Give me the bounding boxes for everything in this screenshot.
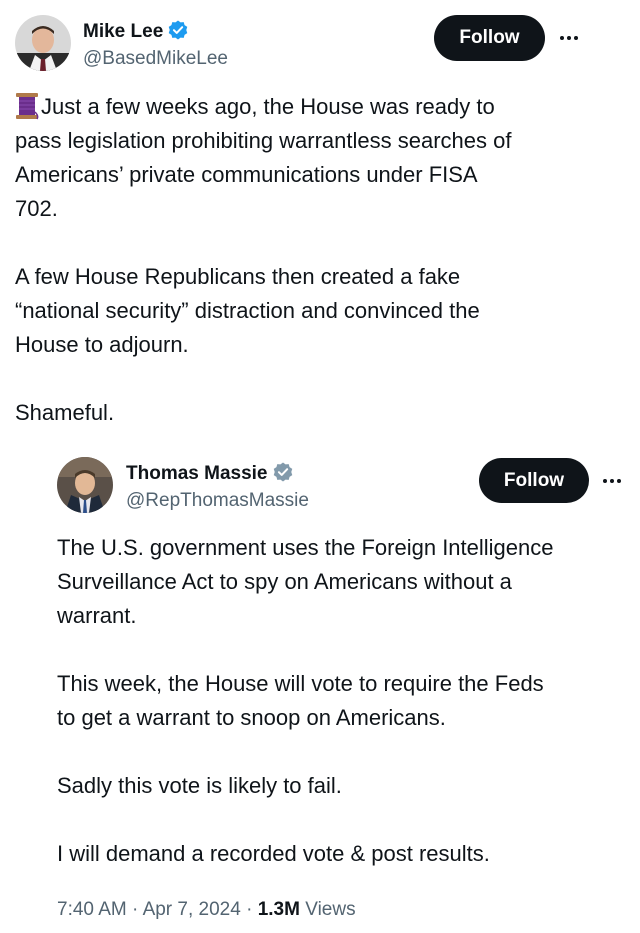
meta-separator: · <box>132 899 139 920</box>
quoted-author-handle[interactable]: @RepThomasMassie <box>126 490 309 512</box>
quoted-author-name[interactable]: Thomas Massie <box>126 462 293 488</box>
tweet-line: Americans’ private communications under … <box>15 162 478 187</box>
tweet-time[interactable]: 7:40 AM <box>57 899 127 920</box>
quoted-line: I will demand a recorded vote & post res… <box>57 841 490 866</box>
tweet-line: pass legislation prohibiting warrantless… <box>15 128 512 153</box>
verified-badge-icon <box>168 20 188 46</box>
meta-separator: · <box>246 899 253 920</box>
quoted-follow-button[interactable]: Follow <box>479 458 589 503</box>
author-name[interactable]: Mike Lee <box>83 20 188 46</box>
quoted-line: warrant. <box>57 603 137 628</box>
views-count: 1.3M <box>257 899 300 920</box>
quoted-tweet-text: The U.S. government uses the Foreign Int… <box>57 531 632 871</box>
quoted-line: This week, the House will vote to requir… <box>57 671 544 696</box>
tweet-text: Just a few weeks ago, the House was read… <box>15 90 625 430</box>
tweet-line: House to adjourn. <box>15 332 189 357</box>
more-options-icon[interactable] <box>558 28 580 48</box>
quoted-line: to get a warrant to snoop on Americans. <box>57 705 446 730</box>
tweet-date[interactable]: Apr 7, 2024 <box>143 899 241 920</box>
tweet-line: “national security” distraction and conv… <box>15 298 480 323</box>
mike-lee-avatar[interactable] <box>15 15 71 71</box>
views-label: Views <box>305 899 356 920</box>
quoted-line: Sadly this vote is likely to fail. <box>57 773 342 798</box>
tweet-line: A few House Republicans then created a f… <box>15 264 461 289</box>
verified-gray-badge-icon <box>273 462 293 488</box>
author-handle[interactable]: @BasedMikeLee <box>83 48 228 70</box>
thomas-massie-avatar[interactable] <box>57 457 113 513</box>
tweet-line: Shameful. <box>15 400 115 425</box>
quoted-line: The U.S. government uses the Foreign Int… <box>57 535 554 560</box>
tweet-line: Just a few weeks ago, the House was read… <box>15 90 625 124</box>
quoted-more-options-icon[interactable] <box>601 471 623 491</box>
quoted-line: Surveillance Act to spy on Americans wit… <box>57 569 512 594</box>
tweet-meta: 7:40 AM · Apr 7, 2024 · 1.3M Views <box>57 899 356 921</box>
spool-of-thread-icon <box>15 92 39 120</box>
follow-button[interactable]: Follow <box>434 15 545 61</box>
tweet-line: 702. <box>15 196 58 221</box>
